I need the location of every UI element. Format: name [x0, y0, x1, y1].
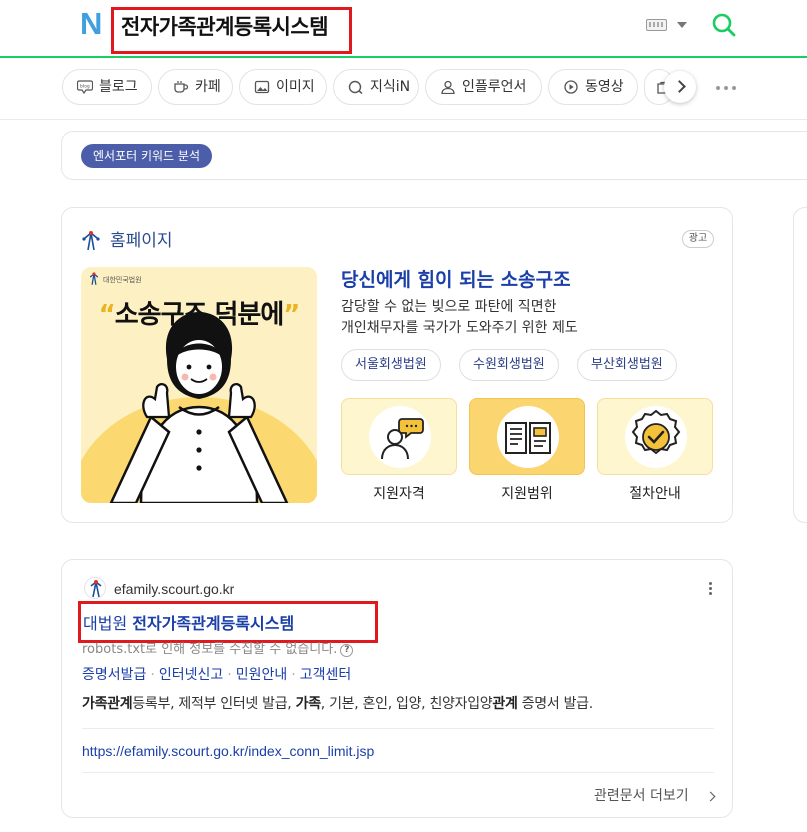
ad-title[interactable]: 당신에게 힘이 되는 소송구조 [341, 266, 571, 294]
ad-banner-image[interactable]: 대한민국법원 “소송구조 덕분에” [81, 267, 317, 503]
court-logo-icon [90, 580, 102, 598]
court-logo-icon [82, 231, 100, 251]
keyboard-icon[interactable] [646, 19, 667, 31]
result-url-link[interactable]: https://efamily.scourt.go.kr/index_conn_… [82, 741, 374, 761]
web-result-card: efamily.scourt.go.kr 대법원 전자가족관계등록시스템 rob… [61, 559, 733, 818]
image-icon [254, 80, 270, 94]
ad-badge[interactable]: 광고 [682, 230, 714, 248]
ad-tile-label[interactable]: 지원자격 [341, 484, 457, 504]
sitelink-internet-report[interactable]: 인터넷신고 [159, 667, 223, 683]
tab-label: 카페 [195, 79, 221, 95]
ad-pill-seoul[interactable]: 서울회생법원 [341, 349, 441, 381]
person-icon [441, 80, 455, 94]
ad-pill-busan[interactable]: 부산회생법원 [577, 349, 677, 381]
search-icon[interactable] [711, 12, 737, 38]
keyword-analysis-bar: 엔서포터 키워드 분석 [61, 131, 807, 180]
chevron-down-icon[interactable] [677, 22, 687, 28]
tab-video[interactable]: 동영상 [548, 69, 638, 105]
ad-description: 감당할 수 없는 빚으로 파탄에 직면한 개인채무자를 국가가 도와주기 위한 … [341, 299, 578, 336]
book-icon [497, 406, 559, 468]
tab-blog[interactable]: blog 블로그 [62, 69, 152, 105]
naver-logo[interactable]: N [80, 8, 106, 39]
divider [82, 728, 714, 729]
tab-image[interactable]: 이미지 [239, 69, 327, 105]
check-badge-icon [625, 406, 687, 468]
keyword-analysis-chip[interactable]: 엔서포터 키워드 분석 [81, 144, 212, 168]
tab-label: 동영상 [585, 79, 624, 95]
tab-cafe[interactable]: 카페 [158, 69, 233, 105]
ad-tile-label[interactable]: 절차안내 [597, 484, 713, 504]
result-snippet: 가족관계등록부, 제적부 인터넷 발급, 가족, 기본, 혼인, 입양, 친양자… [82, 696, 593, 712]
divider [82, 772, 714, 773]
blog-icon: blog [77, 80, 93, 94]
ad-tile-scope[interactable] [469, 398, 585, 475]
cafe-icon [174, 81, 189, 93]
help-icon[interactable]: ? [340, 644, 354, 657]
search-tabs: blog 블로그 카페 이미지 지식iN 인플루언서 동영상 [0, 58, 807, 120]
related-docs-more-link[interactable]: 관련문서 더보기 [594, 786, 689, 806]
robots-note: robots.txt로 인해 정보를 수집할 수 없습니다.? [82, 640, 354, 660]
play-icon [564, 80, 578, 94]
ad-tile-procedure[interactable] [597, 398, 713, 475]
tabs-next-button[interactable] [664, 71, 696, 103]
chevron-right-icon[interactable] [705, 791, 716, 802]
site-domain[interactable]: efamily.scourt.go.kr [114, 579, 234, 599]
homepage-ad-card: 홈페이지 광고 대한민국법원 “소송구조 덕분에” 당신에게 힘이 되는 소송구… [61, 207, 733, 523]
ad-tile-label[interactable]: 지원범위 [469, 484, 585, 504]
title-highlight-box [78, 601, 378, 643]
kin-icon [348, 80, 363, 94]
sitelink-certificate[interactable]: 증명서발급 [82, 667, 146, 683]
tab-influencer[interactable]: 인플루언서 [425, 69, 542, 105]
tab-label: 인플루언서 [462, 79, 527, 95]
sitelinks: 증명서발급 · 인터넷신고 · 민원안내 · 고객센터 [82, 667, 352, 683]
tab-label: 이미지 [276, 79, 315, 95]
ad-tile-eligibility[interactable] [341, 398, 457, 475]
svg-text:blog: blog [80, 84, 90, 90]
query-highlight-box [111, 7, 352, 54]
ad-pill-suwon[interactable]: 수원회생법원 [459, 349, 559, 381]
sitelink-customer-center[interactable]: 고객센터 [300, 667, 352, 683]
tab-label: 블로그 [99, 79, 138, 95]
search-header: N 전자가족관계등록시스템 [0, 0, 807, 58]
more-icon[interactable] [716, 86, 736, 90]
side-panel-card [793, 207, 807, 523]
sitelink-civil-guide[interactable]: 민원안내 [236, 667, 288, 683]
person-chat-icon [369, 406, 431, 468]
tab-kin[interactable]: 지식iN [333, 69, 419, 105]
illustration-woman-thumbs-up [81, 312, 317, 503]
more-options-icon[interactable] [709, 582, 713, 596]
ad-section-label[interactable]: 홈페이지 [110, 229, 173, 253]
site-favicon[interactable] [84, 577, 106, 599]
tab-label: 지식iN [370, 79, 411, 95]
